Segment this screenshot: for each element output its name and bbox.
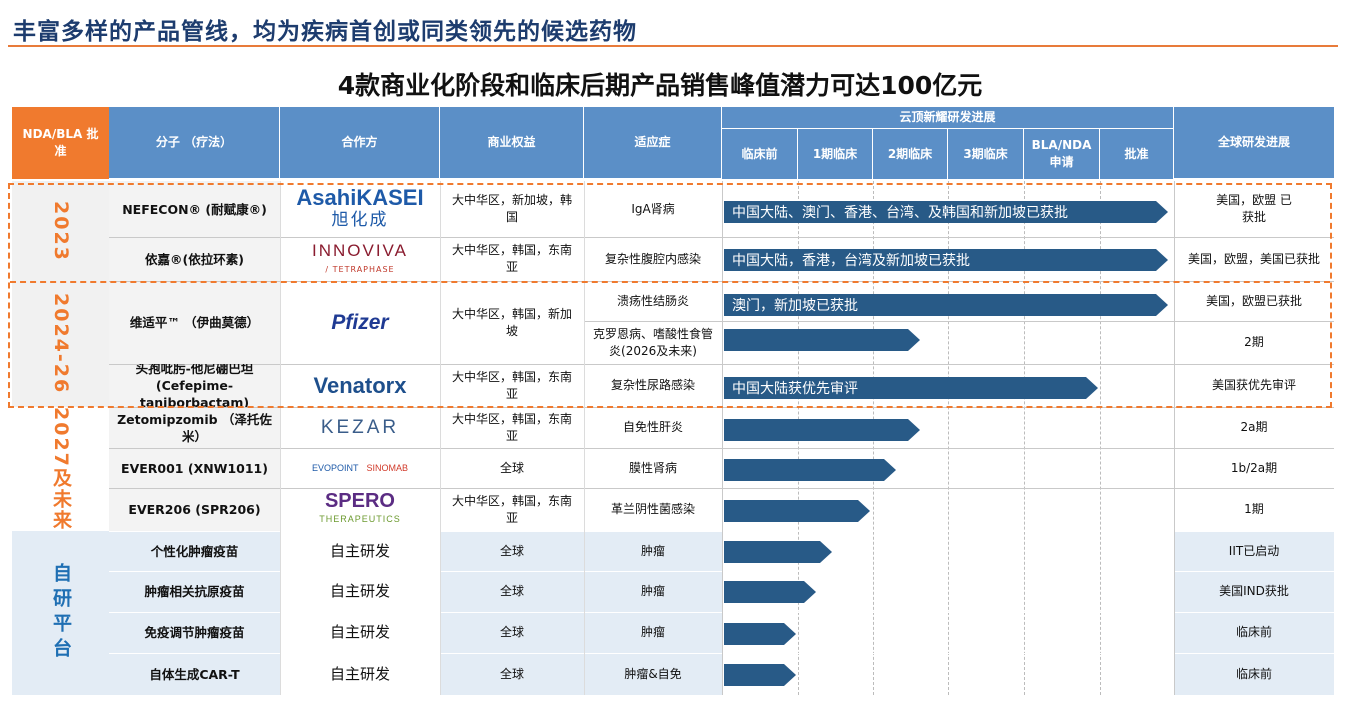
progress-bar-ever206 bbox=[724, 500, 870, 522]
partner-inhouse-4: 自主研发 bbox=[329, 664, 390, 683]
rights-in-vivo-car-t: 全球 bbox=[499, 666, 524, 681]
partner-inhouse-2: 自主研发 bbox=[329, 582, 390, 600]
header-global: 全球研发进展 bbox=[1174, 107, 1334, 179]
progress-bar-taa-vaccine bbox=[724, 581, 816, 603]
header-progress-group: 云顶新耀研发进展 bbox=[722, 107, 1174, 129]
global-in-vivo-car-t: 临床前 bbox=[1235, 666, 1272, 681]
highlight-commercial-late-stage bbox=[8, 183, 1332, 408]
header-stage-filing: BLA/NDA 申请 bbox=[1024, 129, 1100, 179]
molecule-ever206: EVER206 (SPR206) bbox=[128, 502, 261, 517]
page-subtitle: 4款商业化阶段和临床后期产品销售峰值潜力可达100亿元 bbox=[337, 71, 983, 100]
partner-inhouse-1: 自主研发 bbox=[329, 541, 390, 560]
rights-personalized-vaccine: 全球 bbox=[499, 543, 524, 558]
indication-ever001: 膜性肾病 bbox=[628, 460, 677, 475]
molecule-immunomodulatory-vaccine: 免疫调节肿瘤疫苗 bbox=[144, 625, 245, 640]
rights-immunomodulatory-vaccine: 全球 bbox=[499, 625, 524, 639]
header-stage-approval: 批准 bbox=[1100, 129, 1174, 179]
global-taa-vaccine: 美国IND获批 bbox=[1219, 584, 1289, 598]
partner-kezar-logo: KEZAR bbox=[320, 417, 400, 438]
progress-bar-immunomodulatory-vaccine bbox=[724, 623, 796, 645]
partner-spero-logo: SPERO THERAPEUTICS bbox=[319, 489, 401, 524]
pipeline-table: NDA/BLA 批准 分子 （疗法） 合作方 商业权益 适应症 云顶新耀研发进展… bbox=[8, 107, 1334, 695]
global-ever001: 1b/2a期 bbox=[1230, 460, 1278, 475]
header-stage-preclinical: 临床前 bbox=[722, 129, 798, 179]
indication-zetomipzomib: 自免性肝炎 bbox=[622, 420, 683, 434]
global-zetomipzomib: 2a期 bbox=[1240, 420, 1268, 434]
rights-zetomipzomib: 大中华区，韩国，东南亚 bbox=[452, 411, 573, 443]
molecule-ever001: EVER001 (XNW1011) bbox=[121, 460, 268, 476]
rights-ever206: 大中华区，韩国，东南亚 bbox=[452, 493, 573, 525]
header-rights: 商业权益 bbox=[440, 107, 584, 179]
partner-inhouse-3: 自主研发 bbox=[329, 623, 390, 641]
molecule-zetomipzomib: Zetomipzomib （泽托佐米） bbox=[117, 411, 272, 444]
global-ever206: 1期 bbox=[1244, 502, 1264, 516]
title-divider bbox=[8, 45, 1338, 47]
indication-taa-vaccine: 肿瘤 bbox=[640, 584, 665, 598]
indication-personalized-vaccine: 肿瘤 bbox=[640, 543, 665, 558]
global-personalized-vaccine: IIT已启动 bbox=[1228, 543, 1280, 558]
partner-evopoint-sinomab-logo: EVOPOINT SINOMAB bbox=[311, 462, 409, 473]
progress-bar-personalized-vaccine bbox=[724, 541, 832, 563]
progress-bar-zetomipzomib bbox=[724, 419, 920, 441]
header-partner: 合作方 bbox=[280, 107, 440, 179]
highlight-divider bbox=[10, 281, 1330, 283]
progress-bar-in-vivo-car-t bbox=[724, 664, 796, 686]
group-2027: 2027及未来 bbox=[12, 407, 109, 531]
page-title: 丰富多样的产品管线，均为疾病首创或同类领先的候选药物 bbox=[13, 18, 637, 45]
header-nda: NDA/BLA 批准 bbox=[12, 107, 109, 179]
rights-ever001: 全球 bbox=[499, 460, 524, 475]
header-stage-phase2: 2期临床 bbox=[873, 129, 948, 179]
header-stage-phase3: 3期临床 bbox=[948, 129, 1024, 179]
group-platform: 自研平台 bbox=[12, 531, 109, 695]
rights-taa-vaccine: 全球 bbox=[499, 584, 524, 598]
progress-bar-ever001 bbox=[724, 459, 896, 481]
molecule-personalized-vaccine: 个性化肿瘤疫苗 bbox=[150, 543, 239, 559]
molecule-in-vivo-car-t: 自体生成CAR-T bbox=[149, 666, 240, 682]
header-stage-phase1: 1期临床 bbox=[798, 129, 873, 179]
molecule-taa-vaccine: 肿瘤相关抗原疫苗 bbox=[144, 584, 245, 599]
global-immunomodulatory-vaccine: 临床前 bbox=[1235, 625, 1272, 639]
header-molecule: 分子 （疗法） bbox=[109, 107, 280, 179]
indication-in-vivo-car-t: 肿瘤&自免 bbox=[624, 666, 682, 681]
header-indication: 适应症 bbox=[584, 107, 722, 179]
indication-immunomodulatory-vaccine: 肿瘤 bbox=[640, 625, 665, 639]
indication-ever206: 革兰阴性菌感染 bbox=[610, 502, 695, 516]
